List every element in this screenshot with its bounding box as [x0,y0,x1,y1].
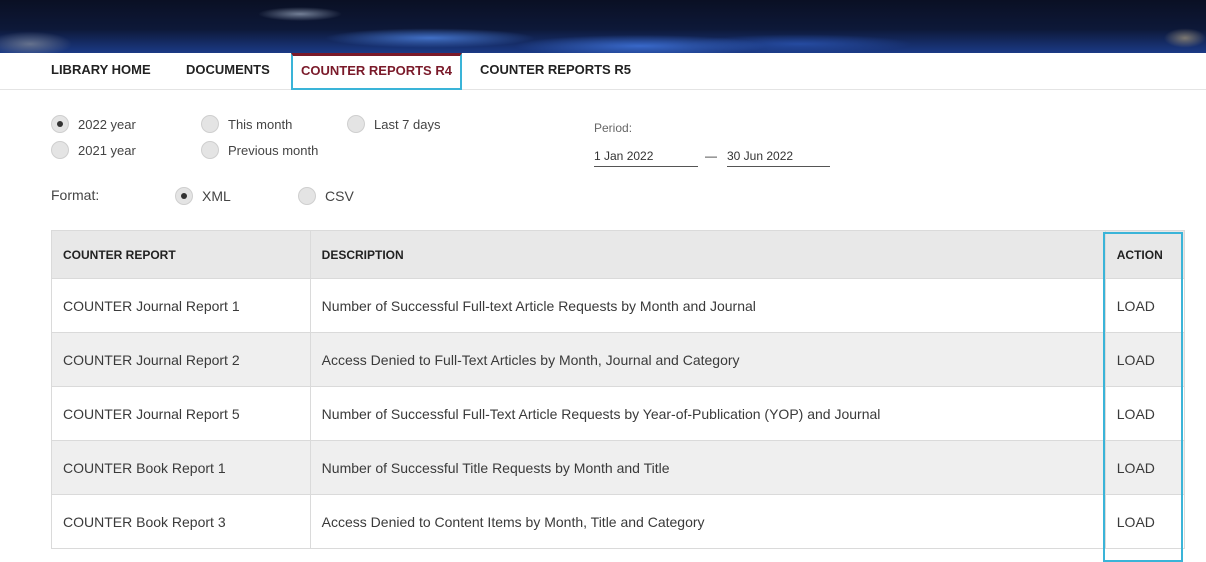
radio-last-7-days[interactable]: Last 7 days [347,115,441,133]
report-description-cell: Number of Successful Title Requests by M… [309,440,1106,495]
load-link[interactable]: LOAD [1104,494,1186,549]
radio-label: CSV [325,188,354,204]
nav-documents[interactable]: DOCUMENTS [186,53,270,89]
radio-format-csv[interactable]: CSV [298,187,354,205]
period-dash: — [705,149,717,163]
radio-label: Previous month [228,142,319,158]
nav-counter-reports-r5[interactable]: COUNTER REPORTS R5 [480,53,631,89]
radio-2022-year[interactable]: 2022 year [51,115,136,133]
radio-button-icon [175,187,193,205]
report-name-cell: COUNTER Book Report 1 [51,440,311,495]
period-to-field[interactable]: 30 Jun 2022 [727,146,830,167]
radio-button-icon [201,141,219,159]
radio-button-icon [347,115,365,133]
table-row: COUNTER Journal Report 5 Number of Succe… [51,386,1186,441]
load-link[interactable]: LOAD [1104,440,1186,495]
counter-reports-table: COUNTER REPORT DESCRIPTION ACTION COUNTE… [51,230,1186,549]
radio-button-icon [298,187,316,205]
radio-label: This month [228,116,293,132]
report-description-cell: Access Denied to Content Items by Month,… [309,494,1106,549]
table-row: COUNTER Book Report 3 Access Denied to C… [51,494,1186,549]
radio-button-icon [51,141,69,159]
radio-button-icon [51,115,69,133]
column-header-description: DESCRIPTION [309,230,1106,279]
load-link[interactable]: LOAD [1104,278,1186,333]
format-label: Format: [51,187,100,203]
table-row: COUNTER Book Report 1 Number of Successf… [51,440,1186,495]
period-label: Period: [594,121,633,135]
column-header-action: ACTION [1104,230,1186,279]
radio-button-icon [201,115,219,133]
radio-label: 2021 year [78,142,136,158]
table-row: COUNTER Journal Report 2 Access Denied t… [51,332,1186,387]
radio-label: XML [202,188,231,204]
radio-this-month[interactable]: This month [201,115,292,133]
nav-counter-reports-r4[interactable]: COUNTER REPORTS R4 [291,53,462,90]
radio-format-xml[interactable]: XML [175,187,231,205]
report-description-cell: Number of Successful Full-Text Article R… [309,386,1106,441]
report-description-cell: Number of Successful Full-text Article R… [309,278,1106,333]
table-row: COUNTER Journal Report 1 Number of Succe… [51,278,1186,333]
report-name-cell: COUNTER Journal Report 2 [51,332,311,387]
header-banner-image [0,0,1206,53]
load-link[interactable]: LOAD [1104,332,1186,387]
radio-label: 2022 year [78,116,136,132]
radio-previous-month[interactable]: Previous month [201,141,318,159]
nav-library-home[interactable]: LIBRARY HOME [51,53,151,89]
column-header-counter-report: COUNTER REPORT [51,230,311,279]
radio-2021-year[interactable]: 2021 year [51,141,136,159]
report-name-cell: COUNTER Book Report 3 [51,494,311,549]
period-from-field[interactable]: 1 Jan 2022 [594,146,698,167]
report-description-cell: Access Denied to Full-Text Articles by M… [309,332,1106,387]
load-link[interactable]: LOAD [1104,386,1186,441]
table-header-row: COUNTER REPORT DESCRIPTION ACTION [51,230,1186,279]
report-name-cell: COUNTER Journal Report 1 [51,278,311,333]
report-name-cell: COUNTER Journal Report 5 [51,386,311,441]
main-nav: LIBRARY HOME DOCUMENTS COUNTER REPORTS R… [0,53,1206,90]
radio-label: Last 7 days [374,116,441,132]
